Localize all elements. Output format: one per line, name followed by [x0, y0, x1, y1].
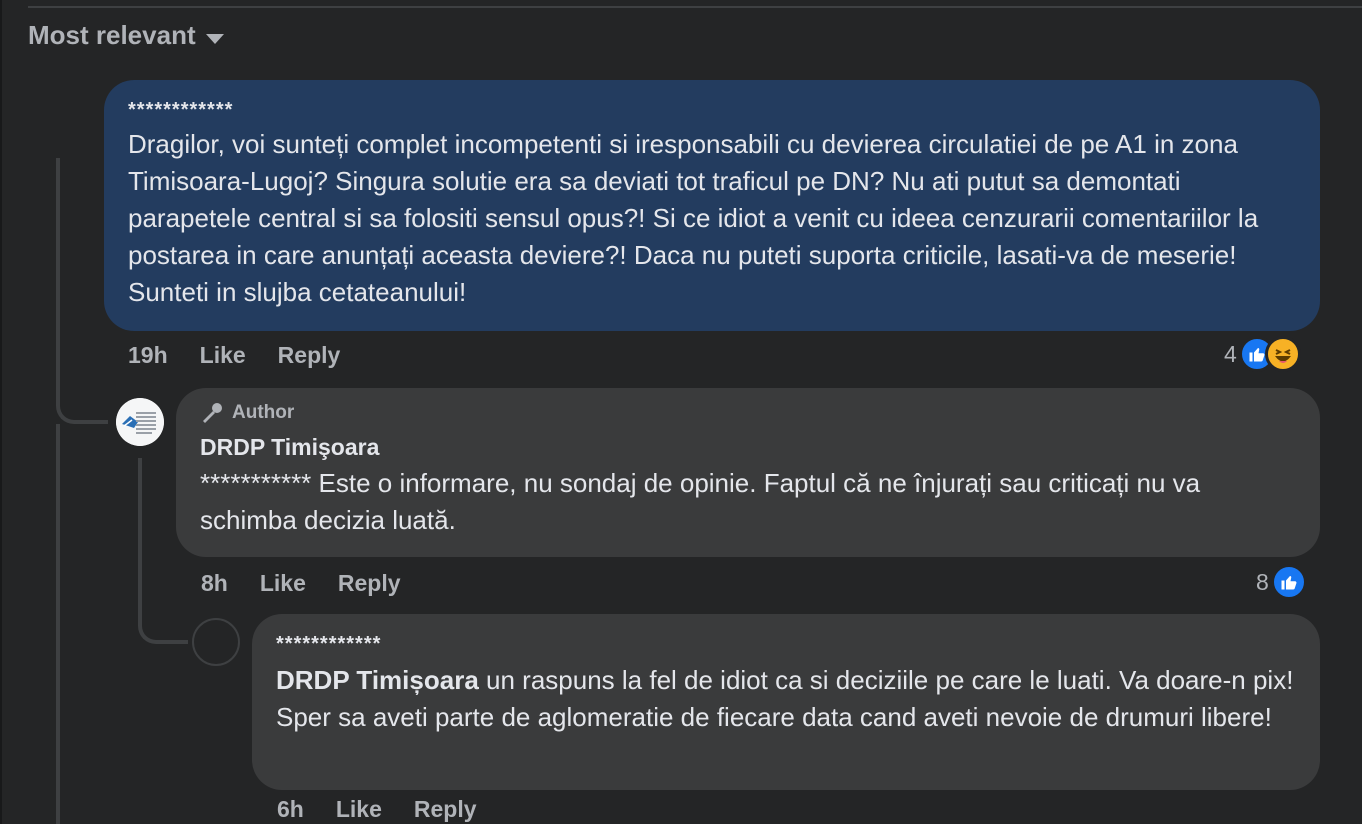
comment-timestamp[interactable]: 8h — [201, 570, 228, 597]
sort-dropdown[interactable]: Most relevant — [28, 20, 224, 51]
comment-author[interactable]: DRDP Timişoara — [200, 432, 1294, 462]
haha-icon — [1264, 336, 1301, 372]
page-avatar[interactable] — [116, 398, 164, 446]
sort-label: Most relevant — [28, 20, 196, 50]
comment-author[interactable]: ************ — [128, 98, 1294, 122]
comment-text: *********** Este o informare, nu sondaj … — [200, 465, 1294, 539]
avatar[interactable] — [192, 618, 240, 666]
reply-button[interactable]: Reply — [278, 342, 341, 369]
thread-line — [56, 158, 60, 388]
comment-text: DRDP Timișoara un raspuns la fel de idio… — [276, 662, 1294, 736]
like-button[interactable]: Like — [336, 796, 382, 823]
thread-connector — [138, 614, 188, 644]
reaction-summary[interactable]: 8 — [1256, 564, 1307, 600]
author-badge: Author — [200, 402, 1294, 424]
comment-body: Este o informare, nu sondaj de opinie. F… — [200, 468, 1201, 535]
comment-actions: 6h Like Reply — [277, 796, 477, 823]
mention[interactable]: *********** — [200, 468, 311, 498]
reply-button[interactable]: Reply — [414, 796, 477, 823]
caret-down-icon — [205, 33, 224, 44]
like-icon — [1270, 564, 1307, 600]
comment-author[interactable]: ************ — [276, 632, 1294, 656]
comment-timestamp[interactable]: 6h — [277, 796, 304, 823]
comment-actions: 19h Like Reply — [128, 342, 340, 369]
comments-section: Most relevant ************ Dragilor, voi… — [0, 0, 1362, 824]
microphone-icon — [203, 403, 222, 423]
comment-bubble: Author DRDP Timişoara *********** Este o… — [176, 388, 1320, 557]
reaction-count: 4 — [1224, 340, 1237, 367]
thread-line — [56, 424, 60, 824]
comment-timestamp[interactable]: 19h — [128, 342, 168, 369]
author-badge-label: Author — [232, 402, 295, 423]
comment-text: Dragilor, voi sunteți complet incompeten… — [128, 129, 1259, 307]
thread-line — [138, 458, 142, 618]
reaction-summary[interactable]: 4 — [1224, 336, 1301, 372]
comment-bubble: ************ DRDP Timișoara un raspuns l… — [252, 614, 1320, 790]
reaction-count: 8 — [1256, 568, 1269, 595]
mention[interactable]: DRDP Timișoara — [276, 665, 479, 695]
comment-bubble: ************ Dragilor, voi sunteți compl… — [104, 80, 1320, 331]
divider — [28, 6, 1362, 8]
drdp-logo-icon — [116, 398, 164, 446]
reply-button[interactable]: Reply — [338, 570, 401, 597]
like-button[interactable]: Like — [260, 570, 306, 597]
thread-connector — [56, 386, 108, 424]
comment-actions: 8h Like Reply — [201, 570, 401, 597]
like-button[interactable]: Like — [200, 342, 246, 369]
